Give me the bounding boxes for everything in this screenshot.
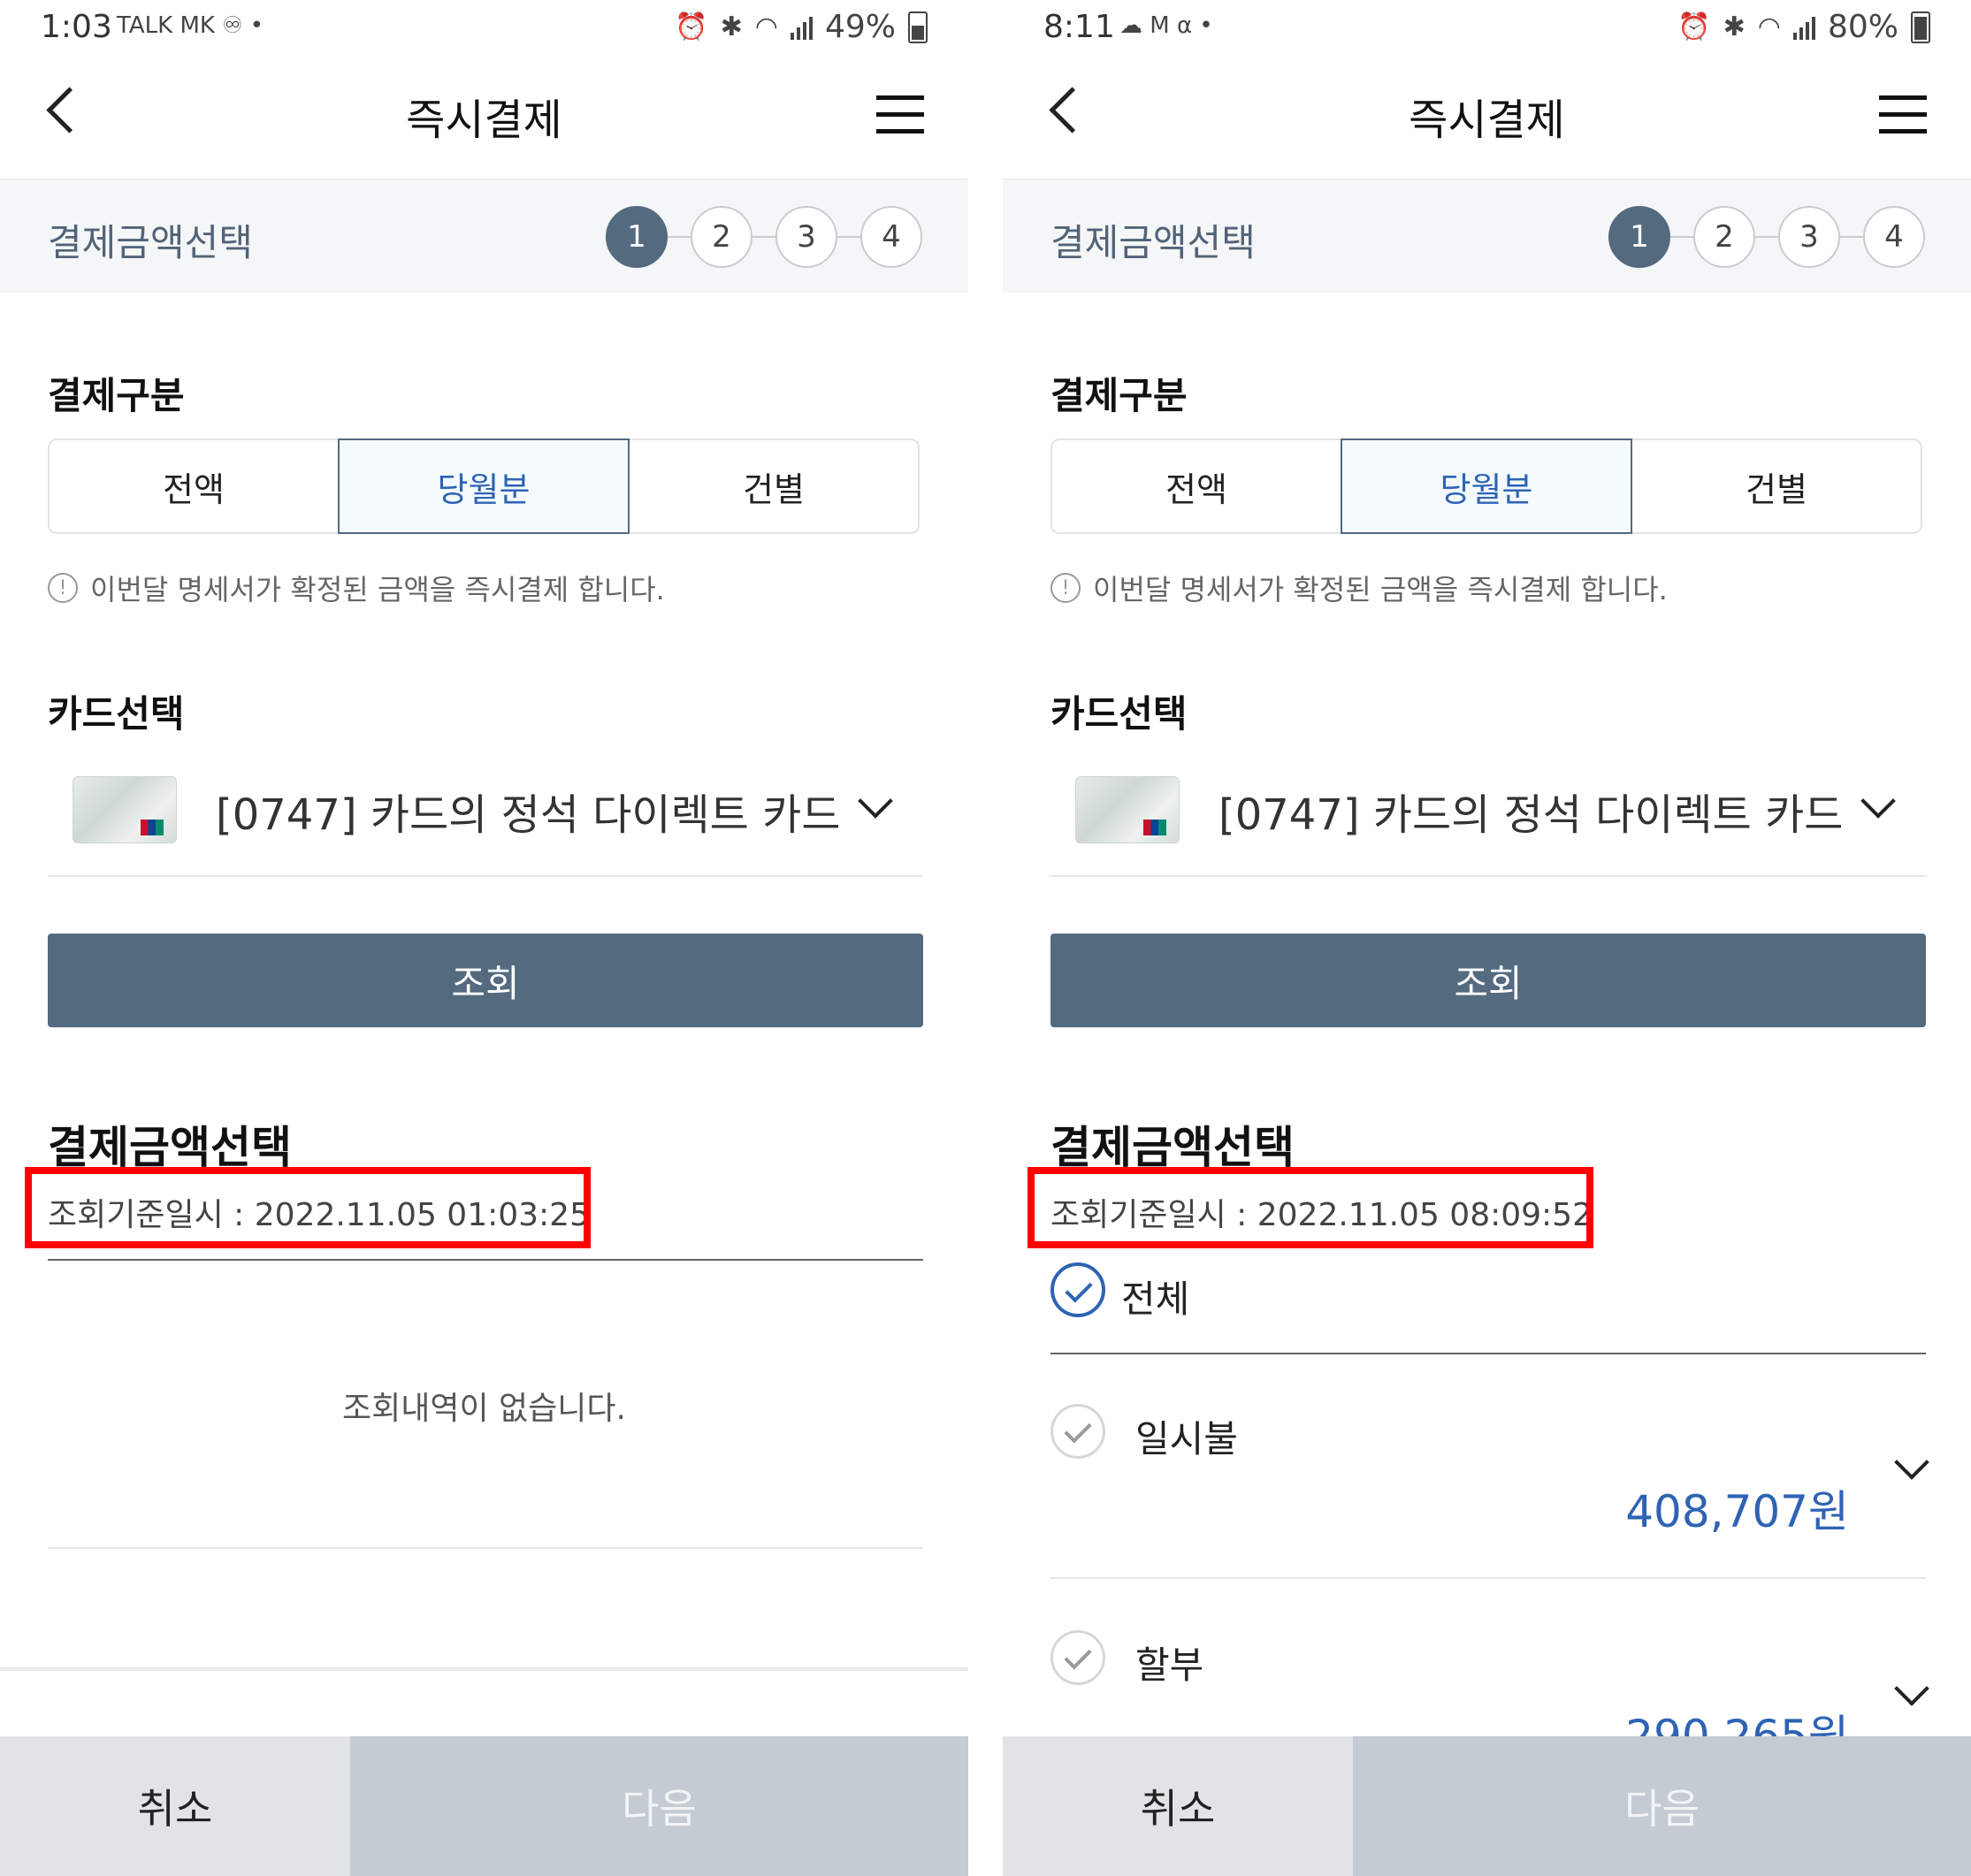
- divider: [48, 1547, 923, 1549]
- step-indicator: 1 2 3 4: [606, 206, 922, 268]
- payment-type-segment: 전액 당월분 건별: [48, 438, 920, 534]
- status-bar: 1:03 TALK MK ♾ • ⏰ ✱ ◠ 49%: [0, 0, 968, 60]
- installment-label: 할부: [1135, 1643, 1204, 1687]
- lump-sum-amount: 408,707원: [1625, 1486, 1849, 1537]
- card-name: [0747] 카드의 정석 다이렉트 카드: [1219, 790, 1844, 840]
- bluetooth-icon: ✱: [1723, 11, 1746, 42]
- alarm-icon: ⏰: [1677, 11, 1711, 42]
- segment-full[interactable]: 전액: [50, 440, 338, 532]
- notice: ! 이번달 명세서가 확정된 금액을 즉시결제 합니다.: [1050, 568, 1668, 608]
- battery-icon: [908, 11, 928, 43]
- next-button[interactable]: 다음: [350, 1736, 968, 1876]
- footer-area: [0, 1667, 968, 1740]
- select-all-checkbox[interactable]: [1050, 1262, 1105, 1317]
- query-button[interactable]: 조회: [48, 934, 923, 1027]
- segment-current-month[interactable]: 당월분: [338, 438, 630, 534]
- signal-icon: [1792, 15, 1815, 40]
- divider: [1050, 1577, 1926, 1579]
- bluetooth-icon: ✱: [720, 11, 743, 42]
- screen-left: 1:03 TALK MK ♾ • ⏰ ✱ ◠ 49% 즉시결제 결제금액선택 1…: [0, 0, 968, 1876]
- step-2: 2: [1693, 206, 1755, 268]
- divider: [48, 1259, 923, 1261]
- step-indicator-bar: 결제금액선택 1 2 3 4: [1003, 179, 1971, 293]
- lump-sum-checkbox[interactable]: [1050, 1404, 1105, 1459]
- chevron-down-icon: [1860, 783, 1896, 819]
- status-right: ⏰ ✱ ◠ 49%: [675, 9, 928, 45]
- bottom-action-bar: 취소 다음: [1003, 1736, 1971, 1876]
- step-connector: [1840, 236, 1863, 238]
- battery-icon: [1911, 11, 1930, 43]
- step-indicator: 1 2 3 4: [1608, 206, 1925, 268]
- payment-type-segment: 전액 당월분 건별: [1050, 438, 1922, 534]
- payment-type-title: 결제구분: [1050, 374, 1188, 417]
- battery-text: 80%: [1827, 9, 1898, 45]
- card-dropdown[interactable]: [0747] 카드의 정석 다이렉트 카드: [48, 767, 923, 877]
- cancel-button[interactable]: 취소: [0, 1736, 350, 1876]
- alarm-icon: ⏰: [675, 11, 708, 42]
- hamburger-menu-icon[interactable]: [1879, 95, 1927, 136]
- step-3: 3: [775, 206, 837, 268]
- lump-sum-label: 일시불: [1135, 1417, 1238, 1460]
- signal-icon: [790, 15, 813, 40]
- highlight-annotation: [1028, 1167, 1593, 1248]
- step-title: 결제금액선택: [48, 221, 253, 264]
- status-time: 8:11: [1043, 9, 1115, 45]
- step-4: 4: [860, 206, 922, 268]
- status-right: ⏰ ✱ ◠ 80%: [1677, 9, 1930, 45]
- notice-text: 이번달 명세서가 확정된 금액을 즉시결제 합니다.: [1093, 573, 1668, 606]
- chevron-down-icon: [858, 783, 893, 819]
- wifi-icon: ◠: [754, 11, 778, 42]
- segment-current-month[interactable]: 당월분: [1341, 438, 1632, 534]
- select-all-label: 전체: [1121, 1277, 1190, 1321]
- battery-text: 49%: [824, 9, 896, 45]
- chevron-down-icon[interactable]: [1894, 1671, 1929, 1706]
- notification-icons: TALK MK ♾ •: [117, 12, 264, 39]
- card-name: [0747] 카드의 정석 다이렉트 카드: [216, 790, 841, 840]
- notification-icons: ☁ M α •: [1119, 12, 1213, 39]
- chevron-down-icon[interactable]: [1894, 1445, 1929, 1480]
- bottom-action-bar: 취소 다음: [0, 1736, 968, 1876]
- step-connector: [668, 236, 691, 238]
- status-time: 1:03: [41, 9, 112, 45]
- step-connector: [837, 236, 860, 238]
- cancel-button[interactable]: 취소: [1003, 1736, 1353, 1876]
- card-select-title: 카드선택: [1050, 692, 1188, 736]
- step-1: 1: [1608, 206, 1670, 268]
- step-indicator-bar: 결제금액선택 1 2 3 4: [0, 179, 968, 293]
- card-image: [1075, 776, 1180, 843]
- step-connector: [1670, 236, 1693, 238]
- notice-text: 이번달 명세서가 확정된 금액을 즉시결제 합니다.: [90, 573, 665, 606]
- step-connector: [1755, 236, 1778, 238]
- step-4: 4: [1863, 206, 1925, 268]
- app-header: 즉시결제: [1003, 60, 1971, 177]
- empty-message: 조회내역이 없습니다.: [342, 1391, 626, 1427]
- app-header: 즉시결제: [0, 60, 968, 177]
- step-2: 2: [691, 206, 752, 268]
- segment-full[interactable]: 전액: [1052, 440, 1341, 532]
- page-title: 즉시결제: [406, 95, 562, 145]
- info-icon: !: [1050, 573, 1081, 603]
- hamburger-menu-icon[interactable]: [876, 95, 924, 136]
- screen-right: 8:11 ☁ M α • ⏰ ✱ ◠ 80% 즉시결제 결제금액선택 1 2 3…: [1003, 0, 1971, 1876]
- notice: ! 이번달 명세서가 확정된 금액을 즉시결제 합니다.: [48, 568, 665, 608]
- page-title: 즉시결제: [1409, 95, 1565, 145]
- info-icon: !: [48, 573, 78, 603]
- step-3: 3: [1778, 206, 1840, 268]
- segment-per-item[interactable]: 건별: [630, 440, 918, 532]
- next-button[interactable]: 다음: [1353, 1736, 1971, 1876]
- step-connector: [752, 236, 775, 238]
- card-image: [73, 776, 177, 843]
- payment-type-title: 결제구분: [48, 374, 185, 417]
- wifi-icon: ◠: [1757, 11, 1781, 42]
- card-dropdown[interactable]: [0747] 카드의 정석 다이렉트 카드: [1050, 767, 1926, 877]
- step-title: 결제금액선택: [1050, 221, 1256, 264]
- card-select-title: 카드선택: [48, 692, 185, 736]
- query-button[interactable]: 조회: [1050, 934, 1926, 1027]
- divider: [1050, 1353, 1926, 1354]
- installment-checkbox[interactable]: [1050, 1630, 1105, 1685]
- highlight-annotation: [25, 1167, 591, 1248]
- step-1: 1: [606, 206, 668, 268]
- status-bar: 8:11 ☁ M α • ⏰ ✱ ◠ 80%: [1003, 0, 1971, 60]
- segment-per-item[interactable]: 건별: [1632, 440, 1921, 532]
